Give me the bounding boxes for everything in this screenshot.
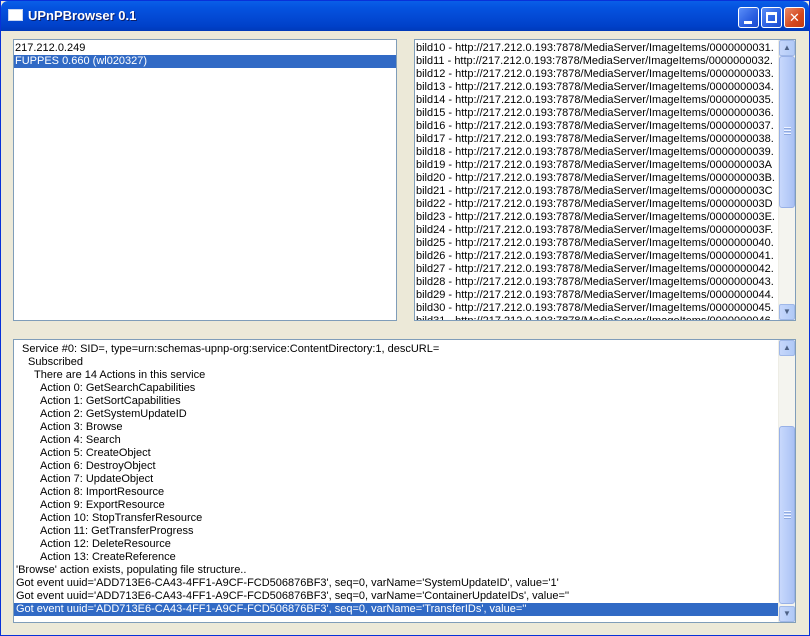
items-scroll-thumb[interactable] [779, 56, 795, 208]
item-list-row[interactable]: bild16 - http://217.212.0.193:7878/Media… [415, 120, 779, 133]
log-line[interactable]: Action 6: DestroyObject [14, 460, 778, 473]
log-scroll-down-button[interactable]: ▼ [779, 606, 795, 622]
log-line[interactable]: Got event uuid='ADD713E6-CA43-4FF1-A9CF-… [14, 577, 778, 590]
item-list-row[interactable]: bild25 - http://217.212.0.193:7878/Media… [415, 237, 779, 250]
maximize-button[interactable] [761, 7, 782, 28]
item-list-row[interactable]: bild30 - http://217.212.0.193:7878/Media… [415, 302, 779, 315]
item-list-row[interactable]: bild27 - http://217.212.0.193:7878/Media… [415, 263, 779, 276]
log-line[interactable]: Action 3: Browse [14, 421, 778, 434]
log-line[interactable]: Action 13: CreateReference [14, 551, 778, 564]
log-line[interactable]: Got event uuid='ADD713E6-CA43-4FF1-A9CF-… [14, 590, 778, 603]
close-button[interactable]: ✕ [784, 7, 805, 28]
arrow-down-icon: ▼ [783, 609, 791, 618]
log-line[interactable]: Action 0: GetSearchCapabilities [14, 382, 778, 395]
item-list-row[interactable]: bild15 - http://217.212.0.193:7878/Media… [415, 107, 779, 120]
log-line[interactable]: Action 2: GetSystemUpdateID [14, 408, 778, 421]
minimize-button[interactable] [738, 7, 759, 28]
grip-icon [784, 130, 791, 131]
device-list[interactable]: 217.212.0.249 FUPPES 0.660 (wl020327) [13, 39, 397, 321]
item-list-row[interactable]: bild23 - http://217.212.0.193:7878/Media… [415, 211, 779, 224]
items-scrollbar[interactable]: ▲ ▼ [778, 40, 795, 320]
item-list-row[interactable]: bild10 - http://217.212.0.193:7878/Media… [415, 42, 779, 55]
item-list-row[interactable]: bild28 - http://217.212.0.193:7878/Media… [415, 276, 779, 289]
minimize-icon [744, 21, 752, 24]
item-list-row[interactable]: bild17 - http://217.212.0.193:7878/Media… [415, 133, 779, 146]
title-bar[interactable]: UPnPBrowser 0.1 ✕ [1, 1, 809, 31]
log-line[interactable]: Subscribed [14, 356, 778, 369]
item-list-row[interactable]: bild31 - http://217.212.0.193:7878/Media… [415, 315, 779, 320]
grip-icon [784, 127, 791, 128]
item-list-row[interactable]: bild19 - http://217.212.0.193:7878/Media… [415, 159, 779, 172]
item-list-row[interactable]: bild21 - http://217.212.0.193:7878/Media… [415, 185, 779, 198]
grip-icon [784, 511, 791, 512]
device-list-item[interactable]: 217.212.0.249 [14, 42, 396, 55]
item-list-row[interactable]: bild29 - http://217.212.0.193:7878/Media… [415, 289, 779, 302]
arrow-down-icon: ▼ [783, 307, 791, 316]
log-line[interactable]: 'Browse' action exists, populating file … [14, 564, 778, 577]
log-scrollbar[interactable]: ▲ ▼ [778, 340, 795, 622]
window-title: UPnPBrowser 0.1 [28, 8, 137, 23]
log-scroll-up-button[interactable]: ▲ [779, 340, 795, 356]
grip-icon [784, 514, 791, 515]
maximize-icon [766, 12, 777, 23]
item-list-row[interactable]: bild26 - http://217.212.0.193:7878/Media… [415, 250, 779, 263]
log-line[interactable]: Action 4: Search [14, 434, 778, 447]
item-list-row[interactable]: bild13 - http://217.212.0.193:7878/Media… [415, 81, 779, 94]
arrow-up-icon: ▲ [783, 43, 791, 52]
close-icon: ✕ [789, 10, 800, 25]
log-line[interactable]: Action 8: ImportResource [14, 486, 778, 499]
log-line[interactable]: Action 11: GetTransferProgress [14, 525, 778, 538]
grip-icon [784, 133, 791, 134]
log-line[interactable]: Action 9: ExportResource [14, 499, 778, 512]
grip-icon [784, 517, 791, 518]
items-list[interactable]: bild10 - http://217.212.0.193:7878/Media… [414, 39, 796, 321]
item-list-row[interactable]: bild14 - http://217.212.0.193:7878/Media… [415, 94, 779, 107]
item-list-row[interactable]: bild22 - http://217.212.0.193:7878/Media… [415, 198, 779, 211]
log-line[interactable]: Got event uuid='ADD713E6-CA43-4FF1-A9CF-… [14, 603, 778, 616]
app-window: UPnPBrowser 0.1 ✕ 217.212.0.249 FUPPES 0.… [0, 0, 810, 636]
item-list-row[interactable]: bild24 - http://217.212.0.193:7878/Media… [415, 224, 779, 237]
window-icon [8, 9, 23, 21]
log-line[interactable]: Action 1: GetSortCapabilities [14, 395, 778, 408]
log-line[interactable]: Action 12: DeleteResource [14, 538, 778, 551]
item-list-row[interactable]: bild12 - http://217.212.0.193:7878/Media… [415, 68, 779, 81]
item-list-row[interactable]: bild11 - http://217.212.0.193:7878/Media… [415, 55, 779, 68]
arrow-up-icon: ▲ [783, 343, 791, 352]
log-output[interactable]: Service #0: SID=, type=urn:schemas-upnp-… [13, 339, 796, 623]
log-line[interactable]: Action 5: CreateObject [14, 447, 778, 460]
log-line[interactable]: There are 14 Actions in this service [14, 369, 778, 382]
log-line[interactable]: Action 10: StopTransferResource [14, 512, 778, 525]
log-line[interactable]: Service #0: SID=, type=urn:schemas-upnp-… [14, 343, 778, 356]
items-scroll-up-button[interactable]: ▲ [779, 40, 795, 56]
log-line[interactable]: Action 7: UpdateObject [14, 473, 778, 486]
item-list-row[interactable]: bild18 - http://217.212.0.193:7878/Media… [415, 146, 779, 159]
device-list-item[interactable]: FUPPES 0.660 (wl020327) [14, 55, 396, 68]
item-list-row[interactable]: bild20 - http://217.212.0.193:7878/Media… [415, 172, 779, 185]
log-scroll-thumb[interactable] [779, 426, 795, 604]
items-scroll-down-button[interactable]: ▼ [779, 304, 795, 320]
